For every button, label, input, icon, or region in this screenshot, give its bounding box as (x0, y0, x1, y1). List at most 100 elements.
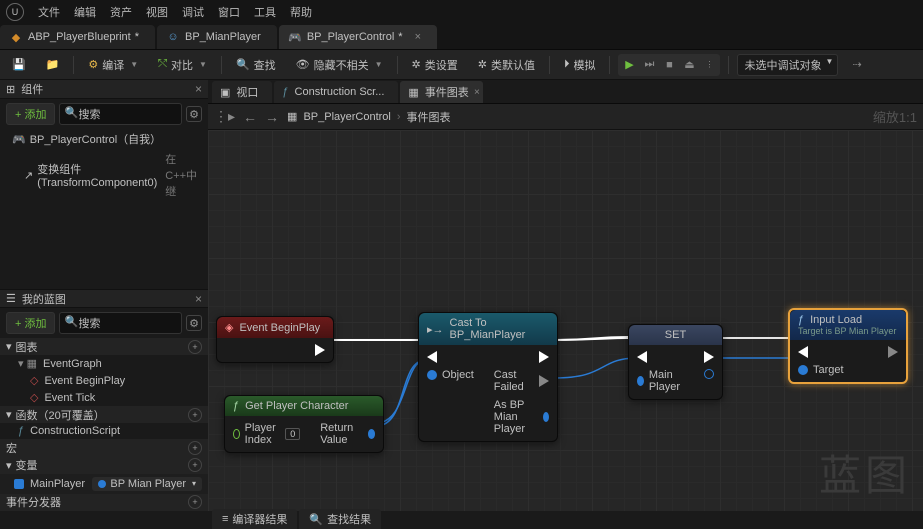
section-functions[interactable]: ▾函数（20可覆盖）+ (0, 406, 208, 423)
close-icon[interactable]: × (195, 82, 202, 96)
var-in-pin[interactable]: Main Player (637, 369, 684, 393)
save-button[interactable]: 💾 (6, 55, 32, 74)
components-search[interactable]: 🔍搜索 (59, 103, 182, 125)
play-options[interactable]: ⋮ (700, 56, 718, 74)
as-output-pin[interactable]: As BP Mian Player (494, 399, 549, 435)
tab-abp-player[interactable]: ◆ ABP_PlayerBlueprint* (0, 25, 155, 49)
browse-button[interactable]: 📁 (40, 55, 66, 74)
section-dispatchers[interactable]: 事件分发器+ (0, 494, 208, 511)
node-set-mainplayer[interactable]: SET Main Player (628, 324, 723, 400)
node-get-player-character[interactable]: ƒGet Player Character Player Index0 Retu… (224, 395, 384, 453)
debug-extra-button[interactable]: ⇢ (846, 55, 867, 74)
add-icon[interactable]: + (188, 340, 202, 354)
index-value[interactable]: 0 (285, 428, 300, 440)
exec-out-pin[interactable] (704, 351, 714, 363)
ue-logo[interactable]: U (6, 3, 24, 21)
add-icon[interactable]: + (188, 408, 202, 422)
simulate-button[interactable]: ⏵模拟 (558, 54, 602, 76)
tab-compiler-results[interactable]: ≡编译器结果 (212, 509, 297, 529)
variable-mainplayer[interactable]: MainPlayer BP Mian Player▾ (0, 474, 208, 494)
menu-asset[interactable]: 资产 (110, 4, 132, 20)
add-icon[interactable]: + (188, 495, 202, 509)
debug-object-select[interactable]: 未选中调试对象▼ (737, 54, 838, 76)
exec-out-pin[interactable] (315, 344, 325, 356)
object-pin[interactable]: Object (427, 369, 474, 381)
add-icon[interactable]: + (188, 458, 202, 472)
diff-button[interactable]: ⤲对比▼ (152, 54, 213, 76)
settings-button[interactable]: ⚙ (186, 315, 202, 331)
compile-button[interactable]: ⚙编译▼ (82, 54, 144, 76)
exec-out-pin[interactable] (888, 346, 898, 358)
section-label: 宏 (6, 440, 17, 456)
play-button[interactable]: ▶ (620, 56, 638, 74)
var-type-pill[interactable]: BP Mian Player▾ (92, 477, 202, 491)
exec-out-pin[interactable] (539, 351, 549, 363)
return-value-pin[interactable]: Return Value (320, 422, 375, 446)
menu-view[interactable]: 视图 (146, 4, 168, 20)
node-cast-to-bpmianplayer[interactable]: ▸→Cast To BP_MianPlayer Object Cast Fail… (418, 312, 558, 442)
tab-find-results[interactable]: 🔍查找结果 (299, 509, 381, 529)
component-transform[interactable]: ↗ 变换组件 (TransformComponent0) 在C++中继 (0, 149, 208, 201)
settings-icon: ✲ (412, 58, 421, 71)
center-panel: ▣视口 ƒConstruction Scr... ▦事件图表× ⋮▸ ← → ▦… (208, 80, 923, 511)
tab-eventgraph[interactable]: ▦事件图表× (400, 81, 482, 103)
find-button[interactable]: 🔍查找 (230, 54, 282, 76)
close-icon[interactable]: × (474, 87, 480, 98)
node-input-load[interactable]: ƒInput Load Target is BP Mian Player Tar… (788, 308, 908, 384)
nav-fwd-button[interactable]: → (265, 109, 279, 125)
menu-tools[interactable]: 工具 (254, 4, 276, 20)
graph-canvas[interactable]: ◈Event BeginPlay ▸→Cast To BP_MianPlayer… (208, 130, 923, 511)
exec-in-pin[interactable] (427, 351, 474, 363)
tab-bp-playercontrol[interactable]: 🎮 BP_PlayerControl* × (279, 25, 437, 49)
components-panel-header[interactable]: ⊞ 组件 × (0, 80, 208, 99)
target-pin[interactable]: Target (798, 364, 844, 376)
dirty-marker: * (398, 31, 402, 43)
player-index-pin[interactable]: Player Index0 (233, 422, 300, 446)
section-variables[interactable]: ▾变量+ (0, 457, 208, 474)
menu-edit[interactable]: 编辑 (74, 4, 96, 20)
breadcrumb-class[interactable]: BP_PlayerControl (303, 111, 390, 123)
bp-search[interactable]: 🔍搜索 (59, 312, 182, 334)
breadcrumb-graph[interactable]: 事件图表 (407, 109, 451, 125)
component-root[interactable]: 🎮 BP_PlayerControl（自我） (0, 129, 208, 149)
skip-button[interactable]: ⏭ (640, 56, 658, 74)
hide-unrelated-button[interactable]: 👁隐藏不相关▼ (290, 54, 389, 76)
nav-menu-button[interactable]: ⋮▸ (214, 108, 235, 125)
compile-icon: ⚙ (88, 58, 98, 71)
add-icon[interactable]: + (188, 441, 202, 455)
tick-label: Event Tick (44, 392, 95, 404)
tab-bp-mianplayer[interactable]: ☺ BP_MianPlayer (157, 25, 277, 49)
my-blueprint-header[interactable]: ☰ 我的蓝图 × (0, 289, 208, 308)
close-icon[interactable]: × (415, 31, 421, 43)
menu-window[interactable]: 窗口 (218, 4, 240, 20)
menu-file[interactable]: 文件 (38, 4, 60, 20)
section-macros[interactable]: 宏+ (0, 439, 208, 456)
event-beginplay-item[interactable]: ◇Event BeginPlay (0, 372, 208, 389)
stop-button[interactable]: ■ (660, 56, 678, 74)
event-tick-item[interactable]: ◇Event Tick (0, 389, 208, 406)
menu-debug[interactable]: 调试 (182, 4, 204, 20)
add-component-button[interactable]: + 添加 (6, 103, 55, 125)
eventgraph-item[interactable]: ▾ ▦EventGraph (0, 355, 208, 372)
controller-icon: 🎮 (289, 31, 301, 43)
close-icon[interactable]: × (195, 292, 202, 306)
class-settings-button[interactable]: ✲类设置 (406, 54, 464, 76)
class-defaults-button[interactable]: ✲类默认值 (472, 54, 541, 76)
cast-failed-pin[interactable]: Cast Failed (494, 369, 549, 393)
section-graphs[interactable]: ▾图表+ (0, 338, 208, 355)
construction-script-item[interactable]: ƒConstructionScript (0, 423, 208, 439)
exec-in-pin[interactable] (798, 346, 844, 358)
node-event-beginplay[interactable]: ◈Event BeginPlay (216, 316, 334, 363)
chevron-down-icon: ▼ (130, 60, 138, 69)
tab-viewport[interactable]: ▣视口 (212, 81, 272, 103)
menu-help[interactable]: 帮助 (290, 4, 312, 20)
tab-construction[interactable]: ƒConstruction Scr... (274, 81, 398, 103)
node-title: Event BeginPlay (239, 322, 320, 334)
var-out-pin[interactable] (704, 369, 714, 379)
eject-button[interactable]: ⏏ (680, 56, 698, 74)
add-bp-button[interactable]: + 添加 (6, 312, 55, 334)
nav-back-button[interactable]: ← (243, 109, 257, 125)
settings-button[interactable]: ⚙ (186, 106, 202, 122)
pin-label: As BP Mian Player (494, 399, 538, 435)
exec-in-pin[interactable] (637, 351, 684, 363)
